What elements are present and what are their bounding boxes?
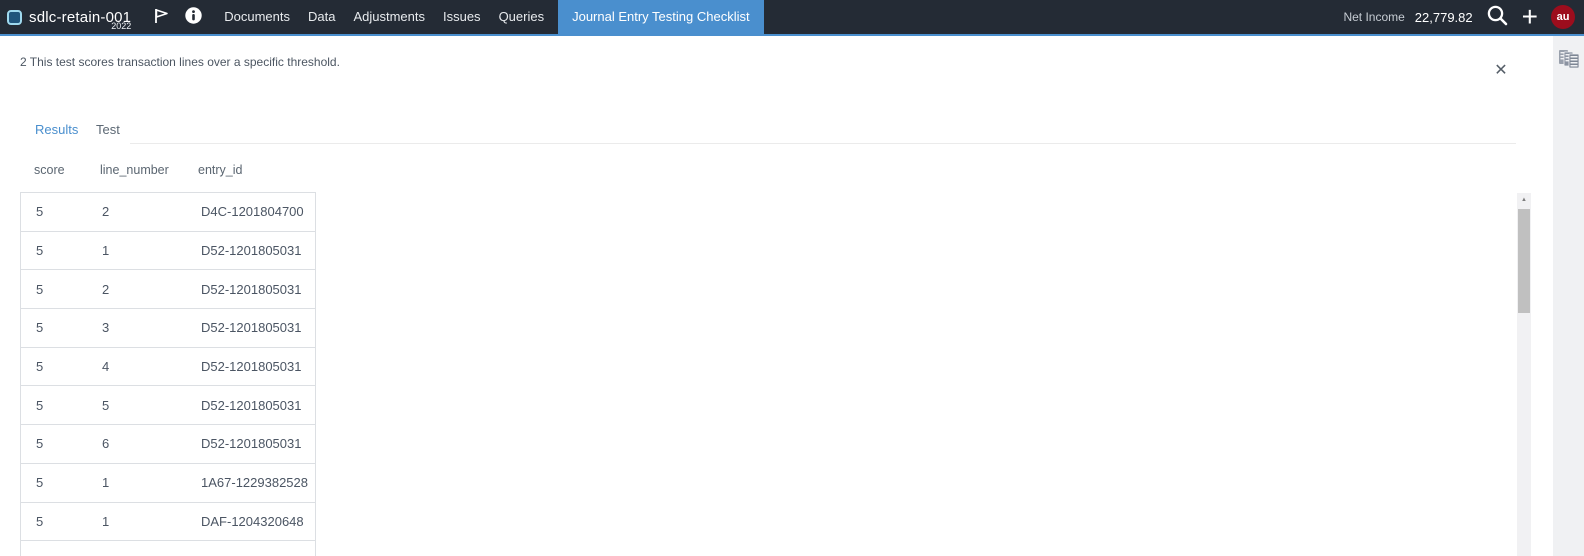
table-row-partial[interactable] — [21, 541, 315, 556]
table-row[interactable]: 53D52-1201805031 — [21, 309, 315, 348]
table-row[interactable]: 55D52-1201805031 — [21, 386, 315, 425]
table-cell-score: 5 — [21, 398, 87, 413]
close-button[interactable]: ✕ — [1491, 60, 1511, 80]
vertical-scrollbar[interactable]: ▲ — [1517, 193, 1531, 556]
tab-underline-divider — [130, 143, 1516, 144]
scrollbar-up-button[interactable]: ▲ — [1517, 193, 1531, 206]
engagement-year: 2022 — [111, 21, 131, 31]
results-table-body: 52D4C-120180470051D52-120180503152D52-12… — [20, 192, 316, 556]
table-cell-line_number: 3 — [87, 320, 185, 335]
nav-item-documents[interactable]: Documents — [215, 0, 299, 34]
column-header-entry-id[interactable]: entry_id — [184, 163, 316, 177]
results-table-header: score line_number entry_id — [20, 163, 316, 192]
table-cell-score: 5 — [21, 320, 87, 335]
table-row[interactable]: 52D52-1201805031 — [21, 270, 315, 309]
table-cell-score: 5 — [21, 204, 87, 219]
net-income-value: 22,779.82 — [1415, 10, 1473, 25]
table-cell-line_number: 1 — [87, 514, 185, 529]
search-icon — [1486, 4, 1509, 30]
data-tables-icon — [1556, 60, 1582, 75]
table-row[interactable]: 52D4C-1201804700 — [21, 193, 315, 232]
right-rail — [1553, 36, 1584, 556]
table-cell-line_number: 6 — [87, 436, 185, 451]
table-cell-line_number: 1 — [87, 475, 185, 490]
user-avatar[interactable]: au — [1551, 5, 1575, 29]
flag-icon — [153, 7, 171, 28]
nav-menu: Documents Data Adjustments Issues Querie… — [215, 0, 763, 34]
nav-item-issues[interactable]: Issues — [434, 0, 490, 34]
flag-button[interactable] — [153, 7, 171, 28]
table-cell-line_number: 1 — [87, 243, 185, 258]
table-cell-entry_id: D52-1201805031 — [185, 436, 315, 451]
nav-item-queries[interactable]: Queries — [490, 0, 554, 34]
nav-right-group: Net Income 22,779.82 + au — [1343, 4, 1584, 30]
table-cell-line_number: 2 — [87, 282, 185, 297]
table-cell-score: 5 — [21, 359, 87, 374]
column-header-line-number[interactable]: line_number — [86, 163, 184, 177]
table-cell-entry_id: D52-1201805031 — [185, 320, 315, 335]
add-button[interactable]: + — [1522, 6, 1538, 28]
close-icon: ✕ — [1494, 60, 1507, 80]
net-income-label: Net Income — [1343, 10, 1404, 24]
results-table: score line_number entry_id 52D4C-1201804… — [20, 163, 316, 556]
table-cell-line_number: 5 — [87, 398, 185, 413]
table-cell-entry_id: D52-1201805031 — [185, 282, 315, 297]
data-tables-button[interactable] — [1556, 46, 1582, 75]
table-cell-entry_id: D4C-1201804700 — [185, 204, 315, 219]
table-row[interactable]: 511A67-1229382528 — [21, 464, 315, 503]
test-description: 2 This test scores transaction lines ove… — [20, 55, 340, 69]
column-header-score[interactable]: score — [20, 163, 86, 177]
table-cell-entry_id: D52-1201805031 — [185, 359, 315, 374]
search-button[interactable] — [1486, 4, 1509, 30]
table-cell-score: 5 — [21, 243, 87, 258]
table-cell-entry_id: 1A67-1229382528 — [185, 475, 315, 490]
nav-item-adjustments[interactable]: Adjustments — [344, 0, 434, 34]
nav-item-data[interactable]: Data — [299, 0, 344, 34]
engagement-switcher[interactable]: sdlc-retain-001 2022 — [0, 0, 131, 34]
table-cell-score: 5 — [21, 475, 87, 490]
table-cell-line_number: 2 — [87, 204, 185, 219]
top-nav: sdlc-retain-001 2022 Documents Data Adju… — [0, 0, 1584, 36]
table-cell-entry_id: D52-1201805031 — [185, 398, 315, 413]
info-icon — [184, 6, 203, 28]
tab-results[interactable]: Results — [35, 122, 78, 137]
app-logo-icon — [7, 10, 22, 25]
table-row[interactable]: 56D52-1201805031 — [21, 425, 315, 464]
scrollbar-thumb[interactable] — [1518, 209, 1530, 313]
nav-tab-journal-entry-testing-checklist[interactable]: Journal Entry Testing Checklist — [558, 0, 764, 34]
tab-test[interactable]: Test — [96, 122, 120, 137]
table-row[interactable]: 51D52-1201805031 — [21, 232, 315, 271]
info-button[interactable] — [184, 6, 203, 28]
plus-icon: + — [1522, 6, 1538, 28]
table-row[interactable]: 54D52-1201805031 — [21, 348, 315, 387]
table-cell-score: 5 — [21, 436, 87, 451]
table-cell-entry_id: D52-1201805031 — [185, 243, 315, 258]
scroll-up-icon: ▲ — [1521, 197, 1527, 203]
table-cell-score: 5 — [21, 282, 87, 297]
table-row[interactable]: 51DAF-1204320648 — [21, 503, 315, 542]
table-cell-entry_id: DAF-1204320648 — [185, 514, 315, 529]
table-cell-score: 5 — [21, 514, 87, 529]
table-cell-line_number: 4 — [87, 359, 185, 374]
